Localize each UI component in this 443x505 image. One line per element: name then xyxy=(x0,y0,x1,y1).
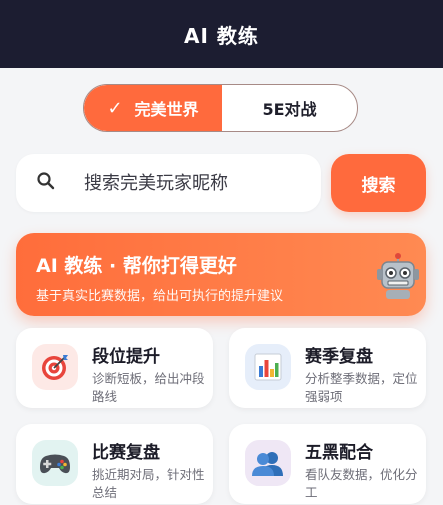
card-description: 分析整季数据，定位强弱项 xyxy=(305,371,418,404)
page-title: AI 教练 xyxy=(184,23,259,48)
search-input[interactable] xyxy=(82,171,296,195)
search-field[interactable] xyxy=(16,154,321,212)
team-icon xyxy=(245,440,291,486)
card-title: 赛季复盘 xyxy=(305,347,373,367)
tab-5e-label: 5E对战 xyxy=(262,100,317,119)
check-icon: ✓ xyxy=(107,97,123,119)
card-description: 看队友数据，优化分工 xyxy=(305,467,418,500)
card-title: 段位提升 xyxy=(92,347,160,367)
search-icon xyxy=(36,171,56,195)
tab-5e[interactable]: 5E对战 xyxy=(222,85,357,131)
card-season-review[interactable]: 赛季复盘 分析整季数据，定位强弱项 xyxy=(229,328,426,408)
ai-coach-banner[interactable]: AI 教练 · 帮你打得更好 基于真实比赛数据，给出可执行的提升建议 xyxy=(16,233,426,316)
card-description: 挑近期对局，针对性总结 xyxy=(92,467,205,500)
search-button-label: 搜索 xyxy=(361,175,396,196)
card-five-stack[interactable]: 五黑配合 看队友数据，优化分工 xyxy=(229,424,426,504)
card-title: 比赛复盘 xyxy=(92,443,160,463)
robot-icon xyxy=(377,253,419,299)
card-title: 五黑配合 xyxy=(305,443,373,463)
card-description: 诊断短板，给出冲段路线 xyxy=(92,371,205,404)
banner-subtitle: 基于真实比赛数据，给出可执行的提升建议 xyxy=(36,289,284,304)
banner-title: AI 教练 · 帮你打得更好 xyxy=(36,255,237,277)
card-match-review[interactable]: 比赛复盘 挑近期对局，针对性总结 xyxy=(16,424,213,504)
app-header: AI 教练 xyxy=(0,0,443,68)
bar-chart-icon xyxy=(245,344,291,390)
target-icon xyxy=(32,344,78,390)
gamepad-icon xyxy=(32,440,78,486)
search-button[interactable]: 搜索 xyxy=(331,154,426,212)
tab-wanmei-label: 完美世界 xyxy=(134,100,199,119)
platform-segmented-control: ✓ 完美世界 5E对战 xyxy=(83,84,358,132)
tab-wanmei[interactable]: ✓ 完美世界 xyxy=(84,85,222,131)
card-rank-up[interactable]: 段位提升 诊断短板，给出冲段路线 xyxy=(16,328,213,408)
